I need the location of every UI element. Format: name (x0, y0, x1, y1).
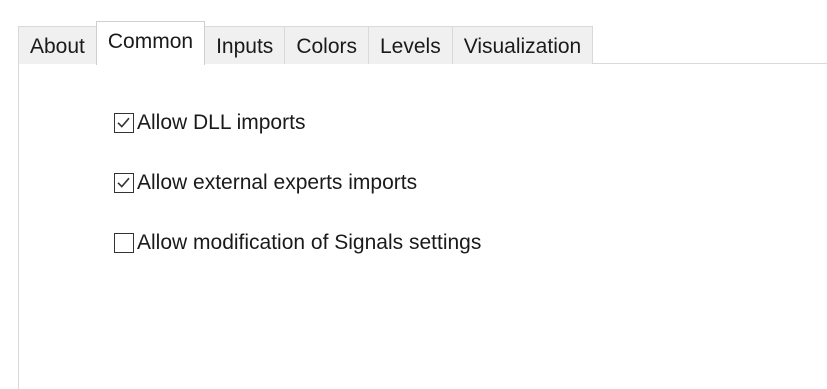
allow-signals-modification-option[interactable]: Allow modification of Signals settings (114, 228, 481, 258)
allow-external-experts-imports-label[interactable]: Allow external experts imports (137, 171, 417, 195)
permissions-options: Allow DLL imports Allow external experts… (114, 108, 481, 288)
allow-dll-imports-option[interactable]: Allow DLL imports (114, 108, 481, 138)
tab-about[interactable]: About (18, 26, 97, 64)
allow-signals-modification-checkbox[interactable] (114, 233, 134, 253)
allow-dll-imports-checkbox[interactable] (114, 113, 134, 133)
allow-external-experts-imports-option[interactable]: Allow external experts imports (114, 168, 481, 198)
tab-colors[interactable]: Colors (284, 26, 369, 64)
check-icon (117, 177, 130, 188)
tab-levels[interactable]: Levels (368, 26, 453, 64)
tab-inputs[interactable]: Inputs (204, 26, 286, 64)
allow-external-experts-imports-checkbox[interactable] (114, 173, 134, 193)
allow-dll-imports-label[interactable]: Allow DLL imports (137, 111, 305, 135)
allow-signals-modification-label[interactable]: Allow modification of Signals settings (137, 231, 481, 255)
tab-strip: About Common Inputs Colors Levels Visual… (18, 21, 594, 65)
tab-common[interactable]: Common (95, 21, 206, 65)
check-icon (117, 117, 130, 128)
properties-dialog: About Common Inputs Colors Levels Visual… (0, 0, 827, 389)
tab-visualization[interactable]: Visualization (451, 26, 594, 64)
